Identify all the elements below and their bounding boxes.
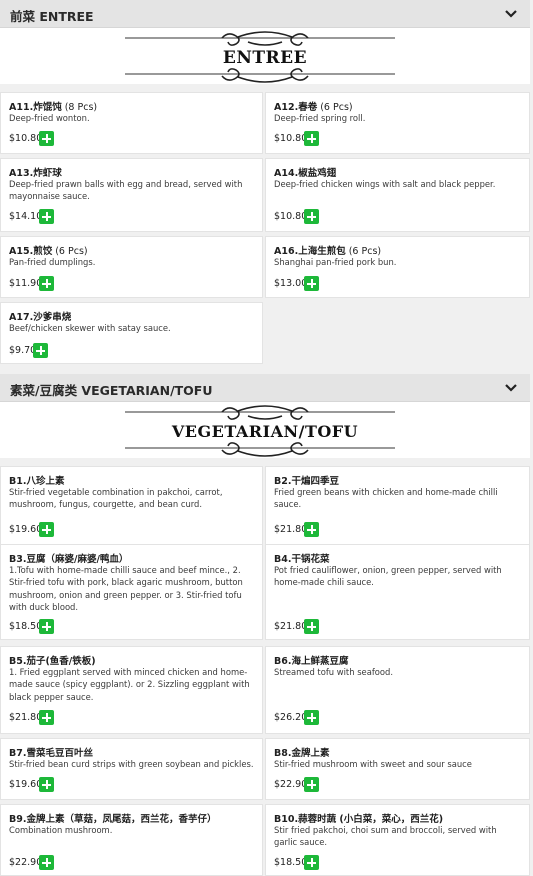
menu-item-b8[interactable]: B8.金牌上素 Stir-fried mushroom with sweet a… — [265, 738, 530, 800]
item-price: $10.80 — [274, 133, 308, 144]
item-description: Stir fried pakchoi, choi sum and broccol… — [274, 825, 497, 848]
item-name: B5.茄子(鱼香/铁板) — [9, 656, 96, 667]
plus-icon[interactable] — [39, 619, 54, 634]
item-description: Fried green beans with chicken and home-… — [274, 487, 498, 510]
item-name: A17.沙爹串烧 — [9, 312, 72, 323]
menu-item-b5[interactable]: B5.茄子(鱼香/铁板) 1. Fried eggplant served wi… — [0, 646, 263, 734]
item-description: Stir-fried mushroom with sweet and sour … — [274, 759, 472, 769]
item-description: 1. Fried eggplant served with minced chi… — [9, 667, 250, 702]
item-price: $21.80 — [274, 621, 308, 632]
item-price: $26.20 — [274, 712, 308, 723]
item-name: A11.炸馄饨 (8 Pcs) — [9, 102, 98, 113]
plus-icon[interactable] — [304, 131, 319, 146]
section-header-entree[interactable]: 前菜 ENTREE — [0, 0, 530, 28]
plus-icon[interactable] — [304, 619, 319, 634]
item-name: B1.八珍上素 — [9, 476, 65, 487]
plus-icon[interactable] — [304, 276, 319, 291]
item-name: B2.干煸四季豆 — [274, 476, 339, 487]
plus-icon[interactable] — [304, 522, 319, 537]
item-price: $19.60 — [9, 779, 43, 790]
item-name: B7.雪菜毛豆百叶丝 — [9, 748, 93, 759]
menu-item-a15[interactable]: A15.煎饺 (6 Pcs) Pan-fried dumplings. $11.… — [0, 236, 263, 298]
plus-icon[interactable] — [39, 131, 54, 146]
item-price: $13.00 — [274, 278, 308, 289]
menu-item-a12[interactable]: A12.春卷 (6 Pcs) Deep-fried spring roll. $… — [265, 92, 530, 154]
plus-icon[interactable] — [33, 343, 48, 358]
item-description: Pot fried cauliflower, onion, green pepp… — [274, 565, 502, 588]
section-header-vegetarian-tofu[interactable]: 素菜/豆腐类 VEGETARIAN/TOFU — [0, 374, 530, 402]
item-description: Deep-fried spring roll. — [274, 113, 366, 123]
item-price: $10.80 — [274, 211, 308, 222]
menu-item-b9[interactable]: B9.金牌上素（草菇，凤尾菇，西兰花，香芋仔） Combination mush… — [0, 804, 263, 876]
item-description: Deep-fried chicken wings with salt and b… — [274, 179, 496, 189]
item-name: B4.干锅花菜 — [274, 554, 330, 565]
item-description: Pan-fried dumplings. — [9, 257, 96, 267]
item-price: $11.90 — [9, 278, 43, 289]
menu-item-a14[interactable]: A14.椒盐鸡翅 Deep-fried chicken wings with s… — [265, 158, 530, 232]
plus-icon[interactable] — [39, 209, 54, 224]
plus-icon[interactable] — [39, 276, 54, 291]
section-banner: ENTREE — [0, 28, 530, 84]
menu-item-b3[interactable]: B3.豆腐（麻婆/麻婆/鸭血） 1.Tofu with home-made ch… — [0, 544, 263, 640]
item-description: Deep-fried wonton. — [9, 113, 90, 123]
item-name: B3.豆腐（麻婆/麻婆/鸭血） — [9, 554, 129, 565]
plus-icon[interactable] — [304, 777, 319, 792]
item-name: B8.金牌上素 — [274, 748, 330, 759]
chevron-down-icon[interactable] — [503, 7, 519, 21]
menu-item-b4[interactable]: B4.干锅花菜 Pot fried cauliflower, onion, gr… — [265, 544, 530, 640]
menu-item-a11[interactable]: A11.炸馄饨 (8 Pcs) Deep-fried wonton. $10.8… — [0, 92, 263, 154]
item-description: Stir-fried vegetable combination in pakc… — [9, 487, 223, 510]
item-price: $18.50 — [9, 621, 43, 632]
plus-icon[interactable] — [304, 855, 319, 870]
section-title: 素菜/豆腐类 VEGETARIAN/TOFU — [10, 383, 213, 398]
plus-icon[interactable] — [39, 710, 54, 725]
menu-item-b2[interactable]: B2.干煸四季豆 Fried green beans with chicken … — [265, 466, 530, 552]
item-description: 1.Tofu with home-made chilli sauce and b… — [9, 565, 243, 613]
plus-icon[interactable] — [39, 855, 54, 870]
menu-item-b6[interactable]: B6.海上鲜蒸豆腐 Streamed tofu with seafood. $2… — [265, 646, 530, 734]
item-description: Combination mushroom. — [9, 825, 113, 835]
item-description: Shanghai pan-fried pork bun. — [274, 257, 397, 267]
item-price: $21.80 — [274, 524, 308, 535]
banner-title: VEGETARIAN/TOFU — [171, 422, 359, 441]
menu-item-a17[interactable]: A17.沙爹串烧 Beef/chicken skewer with satay … — [0, 302, 263, 364]
menu-item-a13[interactable]: A13.炸虾球 Deep-fried prawn balls with egg … — [0, 158, 263, 232]
item-price: $22.90 — [274, 779, 308, 790]
chevron-down-icon[interactable] — [503, 381, 519, 395]
item-name: A16.上海生煎包 (6 Pcs) — [274, 246, 382, 257]
plus-icon[interactable] — [39, 522, 54, 537]
menu-item-b1[interactable]: B1.八珍上素 Stir-fried vegetable combination… — [0, 466, 263, 552]
item-name: A13.炸虾球 — [9, 168, 62, 179]
item-name: B9.金牌上素（草菇，凤尾菇，西兰花，香芋仔） — [9, 814, 217, 825]
menu-item-b10[interactable]: B10.蒜蓉时蔬 (小白菜，菜心，西兰花) Stir fried pakchoi… — [265, 804, 530, 876]
menu-item-b7[interactable]: B7.雪菜毛豆百叶丝 Stir-fried bean curd strips w… — [0, 738, 263, 800]
item-price: $14.10 — [9, 211, 43, 222]
item-name: B10.蒜蓉时蔬 (小白菜，菜心，西兰花) — [274, 814, 444, 825]
item-description: Beef/chicken skewer with satay sauce. — [9, 323, 171, 333]
item-price: $21.80 — [9, 712, 43, 723]
item-description: Streamed tofu with seafood. — [274, 667, 394, 677]
item-price: $22.90 — [9, 857, 43, 868]
item-price: $19.60 — [9, 524, 43, 535]
section-title: 前菜 ENTREE — [10, 9, 94, 24]
banner-title: ENTREE — [222, 48, 308, 68]
item-description: Stir-fried bean curd strips with green s… — [9, 759, 254, 769]
plus-icon[interactable] — [39, 777, 54, 792]
item-name: A14.椒盐鸡翅 — [274, 168, 337, 179]
item-price: $10.80 — [9, 133, 43, 144]
item-name: A12.春卷 (6 Pcs) — [274, 102, 353, 113]
section-banner: VEGETARIAN/TOFU — [0, 402, 530, 458]
plus-icon[interactable] — [304, 710, 319, 725]
menu-item-a16[interactable]: A16.上海生煎包 (6 Pcs) Shanghai pan-fried por… — [265, 236, 530, 298]
item-name: A15.煎饺 (6 Pcs) — [9, 246, 88, 257]
item-name: B6.海上鲜蒸豆腐 — [274, 656, 349, 667]
item-price: $18.50 — [274, 857, 308, 868]
item-description: Deep-fried prawn balls with egg and brea… — [9, 179, 243, 202]
plus-icon[interactable] — [304, 209, 319, 224]
